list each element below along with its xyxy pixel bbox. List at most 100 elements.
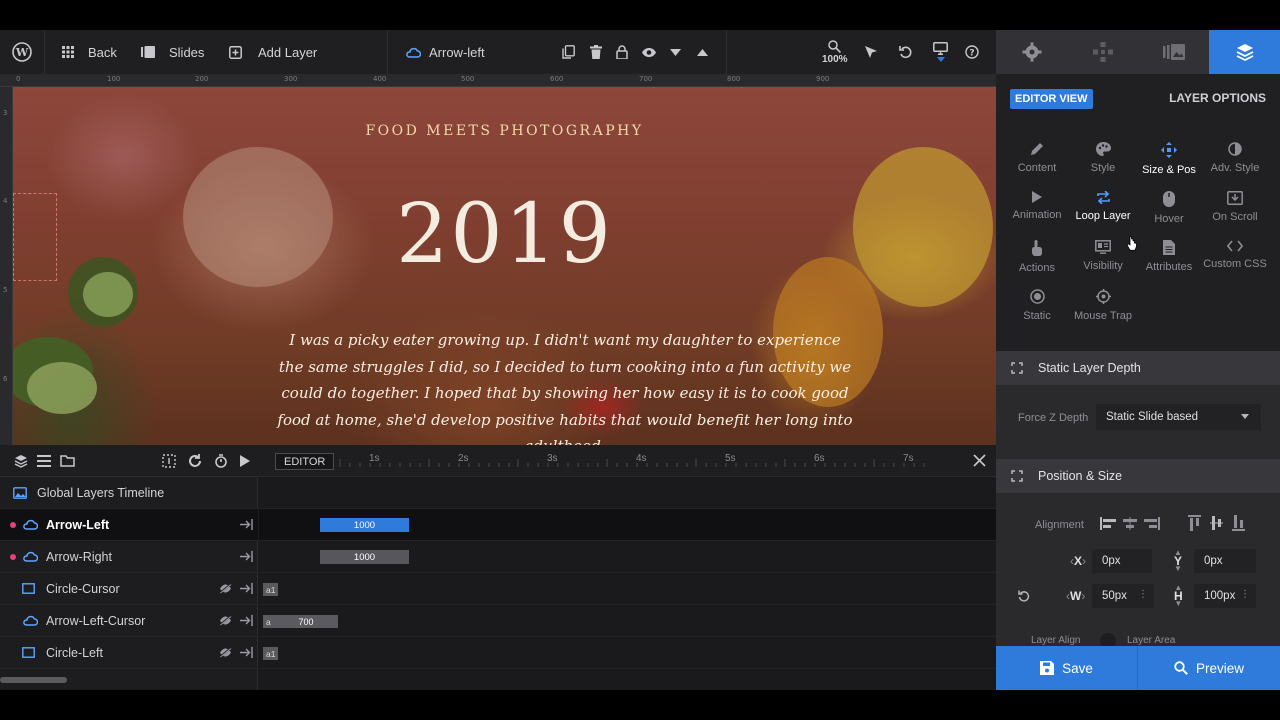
toggle-visibility-button[interactable] (641, 30, 657, 74)
lock-layer-button[interactable] (616, 30, 628, 74)
option-style[interactable]: Style (1068, 142, 1138, 186)
align-center-icon[interactable] (1122, 517, 1138, 530)
align-end-icon[interactable] (240, 519, 253, 530)
slide-subtitle[interactable]: FOOD MEETS PHOTOGRAPHY (13, 123, 996, 139)
align-end-icon[interactable] (240, 615, 253, 626)
tab-slide-options[interactable] (1138, 30, 1209, 74)
option-hover[interactable]: Hover (1134, 191, 1204, 235)
option-attributes[interactable]: Attributes (1134, 240, 1204, 284)
duplicate-layer-button[interactable] (562, 30, 575, 74)
tab-layer-options[interactable] (1209, 30, 1280, 74)
height-input[interactable]: 100px ⋮ (1194, 584, 1256, 608)
rewind-icon[interactable] (188, 454, 202, 468)
timeline-track-row[interactable]: 1000 (259, 509, 996, 541)
preview-button[interactable]: Preview (1138, 646, 1280, 690)
tab-slider-settings[interactable] (996, 30, 1067, 74)
y-input[interactable]: 0px (1194, 549, 1256, 573)
width-input[interactable]: 50px ⋮ (1092, 584, 1154, 608)
align-end-icon[interactable] (240, 551, 253, 562)
layer-name: Arrow-Right (46, 549, 112, 564)
align-right-icon[interactable] (1144, 517, 1160, 530)
delete-layer-button[interactable] (590, 30, 602, 74)
wordpress-logo-icon[interactable]: W (12, 30, 32, 74)
list-icon[interactable] (37, 455, 51, 467)
horizontal-scrollbar[interactable] (0, 677, 67, 683)
option-content[interactable]: Content (1002, 142, 1072, 186)
add-layer-button[interactable]: Add Layer (229, 30, 317, 74)
timeline-layer-row[interactable]: Arrow-Left-Cursor (0, 605, 258, 637)
timeline-track-row[interactable]: a 700 (259, 605, 996, 637)
layer-time-bar[interactable]: 1000 (320, 518, 409, 532)
ruler-tick: 300 (284, 75, 298, 83)
timeline-track-row[interactable]: a1 (259, 573, 996, 605)
cloud-icon (22, 615, 38, 626)
time-mark: 7s (903, 453, 914, 464)
eye-hidden-icon[interactable] (219, 647, 232, 658)
move-up-button[interactable] (697, 30, 708, 74)
timeline-layer-row[interactable]: Arrow-Left (0, 509, 258, 541)
back-button[interactable]: Back (62, 30, 117, 74)
option-custom-css[interactable]: Custom CSS (1200, 240, 1270, 284)
layer-keyframe[interactable]: a (263, 615, 274, 628)
align-end-icon[interactable] (240, 647, 253, 658)
option-on-scroll[interactable]: On Scroll (1200, 191, 1270, 235)
expand-icon (996, 470, 1038, 482)
eye-hidden-icon[interactable] (219, 583, 232, 594)
folder-icon[interactable] (60, 454, 75, 467)
layer-keyframe[interactable]: a1 (263, 583, 279, 596)
option-size-pos[interactable]: Size & Pos (1134, 142, 1204, 186)
play-icon[interactable] (240, 455, 250, 467)
undo-button[interactable] (899, 30, 913, 74)
align-top-icon[interactable] (1188, 515, 1201, 531)
timeline-track-row[interactable]: 1000 (259, 541, 996, 573)
option-static[interactable]: Static (1002, 289, 1072, 333)
slide-canvas[interactable]: FOOD MEETS PHOTOGRAPHY 2019 I was a pick… (13, 87, 996, 445)
align-bottom-icon[interactable] (1232, 515, 1245, 531)
save-button[interactable]: Save (996, 646, 1138, 690)
reset-icon[interactable] (1018, 590, 1030, 602)
force-z-depth-select[interactable]: Static Slide based (1096, 404, 1261, 430)
section-title: Static Layer Depth (1038, 361, 1141, 375)
layer-time-bar[interactable]: 700 (274, 615, 338, 628)
zoom-control[interactable]: 100% (822, 30, 848, 74)
ruler-tick: 5 (3, 286, 8, 294)
align-end-icon[interactable] (240, 583, 253, 594)
align-left-icon[interactable] (1100, 517, 1116, 530)
layers-stack-icon[interactable] (14, 454, 28, 468)
move-down-button[interactable] (670, 30, 681, 74)
close-timeline-icon[interactable] (973, 454, 986, 467)
slide-year-heading[interactable]: 2019 (13, 187, 996, 282)
select-area-icon[interactable] (162, 454, 176, 468)
slide-quote-text[interactable]: I was a picky eater growing up. I didn't… (275, 327, 855, 445)
slides-button[interactable]: Slides (141, 30, 204, 74)
tab-navigation[interactable] (1067, 30, 1138, 74)
square-icon (22, 647, 35, 658)
select-tool-button[interactable] (865, 30, 877, 74)
option-label: Visibility (1083, 260, 1123, 272)
timeline-layer-row[interactable]: Circle-Left (0, 637, 258, 669)
option-mouse-trap[interactable]: Mouse Trap (1068, 289, 1138, 333)
timeline-layer-row[interactable]: Arrow-Right (0, 541, 258, 573)
svg-text:?: ? (969, 49, 974, 59)
timeline-layer-row[interactable]: Circle-Cursor (0, 573, 258, 605)
eye-hidden-icon[interactable] (219, 615, 232, 626)
section-static-layer-depth[interactable]: Static Layer Depth (996, 351, 1280, 385)
option-animation[interactable]: Animation (1002, 191, 1072, 235)
global-layers-row[interactable]: Global Layers Timeline (0, 477, 258, 509)
device-preview-button[interactable] (933, 30, 948, 74)
timeline-track-row[interactable]: a1 (259, 637, 996, 669)
current-layer-name[interactable]: Arrow-left (405, 30, 485, 74)
layer-keyframe[interactable]: a1 (263, 647, 279, 660)
editor-time-badge[interactable]: EDITOR (275, 453, 335, 470)
help-button[interactable]: ? (965, 30, 979, 74)
option-loop-layer[interactable]: Loop Layer (1068, 191, 1138, 235)
layer-time-bar[interactable]: 1000 (320, 550, 409, 564)
timer-icon[interactable] (214, 454, 228, 468)
option-adv-style[interactable]: Adv. Style (1200, 142, 1270, 186)
x-input[interactable]: 0px (1092, 549, 1152, 573)
section-position-size[interactable]: Position & Size (996, 459, 1280, 493)
option-actions[interactable]: Actions (1002, 240, 1072, 284)
align-middle-icon[interactable] (1210, 515, 1223, 531)
editor-view-badge[interactable]: EDITOR VIEW (1010, 89, 1093, 109)
layer-align-toggle[interactable] (1100, 633, 1116, 646)
